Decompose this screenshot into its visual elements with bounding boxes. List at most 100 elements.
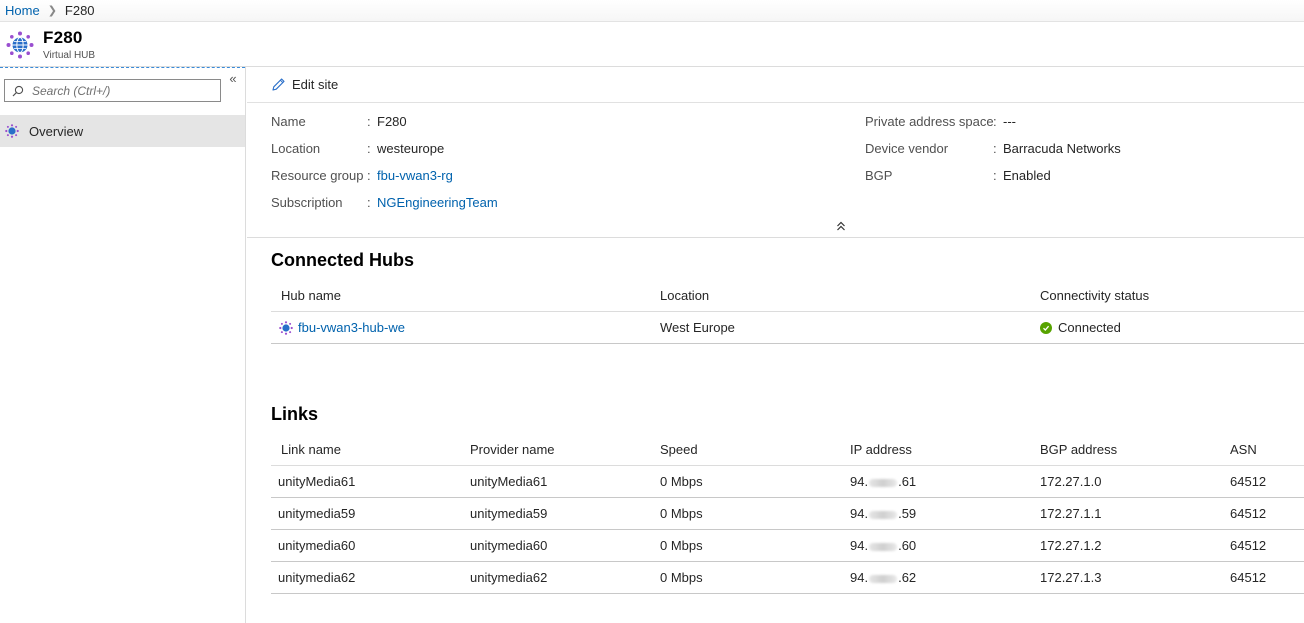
essentials-value: ---: [1003, 114, 1016, 129]
essentials-subscription-row: Subscription : NGEngineeringTeam: [271, 195, 498, 210]
essentials-label: Resource group: [271, 168, 364, 183]
collapse-menu-button[interactable]: «: [226, 71, 240, 87]
main-content: Edit site Name : F280 Location : westeur…: [247, 67, 1304, 623]
essentials-value: westeurope: [377, 141, 445, 156]
search-box[interactable]: [4, 79, 221, 102]
collapse-essentials-icon[interactable]: [835, 219, 847, 233]
essentials-label: Location: [271, 141, 321, 156]
breadcrumb: Home ❯ F280: [0, 0, 1304, 22]
search-input[interactable]: [32, 83, 212, 98]
table-row: fbu-vwan3-hub-we West Europe Connected: [271, 312, 1304, 344]
provider-name: unityMedia61: [470, 474, 548, 489]
essentials-label: Subscription: [271, 195, 343, 210]
link-speed: 0 Mbps: [660, 474, 703, 489]
bgp-address: 172.27.1.3: [1040, 570, 1102, 585]
command-bar: Edit site: [247, 67, 1304, 103]
column-header: Connectivity status: [1040, 288, 1150, 303]
sidebar-item-label: Overview: [29, 123, 84, 139]
links-title: Links: [271, 404, 319, 424]
column-header: Location: [660, 288, 710, 303]
page-subtitle: Virtual HUB: [43, 50, 96, 61]
bgp-address: 172.27.1.0: [1040, 474, 1102, 489]
column-header: Provider name: [470, 442, 555, 457]
provider-name: unitymedia62: [470, 570, 548, 585]
table-row: unitymedia62 unitymedia62 0 Mbps 94. .62 …: [271, 562, 1304, 594]
separator: :: [993, 141, 997, 156]
asn: 64512: [1230, 570, 1267, 585]
separator: :: [367, 195, 371, 210]
ip-address: 94. .60: [850, 530, 916, 562]
essentials-panel: Name : F280 Location : westeurope Resour…: [247, 103, 1304, 238]
breadcrumb-current: F280: [64, 3, 95, 18]
ip-suffix: .62: [898, 570, 917, 585]
search-icon: [12, 85, 24, 96]
table-header: Hub name Location Connectivity status: [271, 280, 1304, 312]
link-name: unitymedia62: [278, 570, 356, 585]
table-row: unityMedia61 unityMedia61 0 Mbps 94. .61 …: [271, 466, 1304, 498]
link-name: unitymedia60: [278, 538, 356, 553]
separator: :: [367, 114, 371, 129]
edit-site-button[interactable]: Edit site: [271, 77, 338, 92]
redacted-mark: [869, 574, 898, 583]
essentials-name-row: Name : F280: [271, 114, 407, 129]
essentials-label: Private address space: [865, 114, 994, 129]
asn: 64512: [1230, 506, 1267, 521]
pencil-icon: [272, 78, 285, 91]
breadcrumb-home-link[interactable]: Home: [5, 3, 40, 18]
edit-site-label: Edit site: [292, 77, 339, 92]
status-text: Connected: [1058, 320, 1121, 335]
bgp-address: 172.27.1.1: [1040, 506, 1102, 521]
table-header: Link name Provider name Speed IP address…: [271, 434, 1304, 466]
links-table: Link name Provider name Speed IP address…: [271, 434, 1304, 594]
sidebar-item-overview[interactable]: Overview: [0, 115, 245, 147]
asn: 64512: [1230, 474, 1267, 489]
essentials-resource-group-row: Resource group : fbu-vwan3-rg: [271, 168, 453, 183]
ip-prefix: 94.: [850, 538, 869, 553]
hub-name: fbu-vwan3-hub-we: [298, 320, 405, 335]
link-speed: 0 Mbps: [660, 538, 703, 553]
essentials-value: F280: [377, 114, 407, 129]
bgp-address: 172.27.1.2: [1040, 538, 1102, 553]
essentials-label: Name: [271, 114, 306, 129]
subscription-link[interactable]: NGEngineeringTeam: [377, 195, 498, 210]
table-row: unitymedia60 unitymedia60 0 Mbps 94. .60 …: [271, 530, 1304, 562]
essentials-label: BGP: [865, 168, 893, 183]
ip-suffix: .60: [898, 538, 917, 553]
connected-hubs-table: Hub name Location Connectivity status fb…: [271, 280, 1304, 344]
ip-address: 94. .59: [850, 498, 916, 530]
link-name: unitymedia59: [278, 506, 356, 521]
provider-name: unitymedia59: [470, 506, 548, 521]
hub-icon: [279, 321, 293, 335]
ip-address: 94. .62: [850, 562, 916, 594]
redacted-mark: [869, 510, 898, 519]
essentials-device-vendor-row: Device vendor : Barracuda Networks: [865, 141, 1121, 156]
provider-name: unitymedia60: [470, 538, 548, 553]
separator: :: [993, 114, 997, 129]
column-header: ASN: [1230, 442, 1257, 457]
hub-icon: [5, 124, 19, 138]
ip-prefix: 94.: [850, 570, 869, 585]
column-header: Link name: [281, 442, 341, 457]
ip-suffix: .59: [898, 506, 917, 521]
essentials-location-row: Location : westeurope: [271, 141, 444, 156]
ip-prefix: 94.: [850, 474, 869, 489]
column-header: Hub name: [281, 288, 341, 303]
essentials-private-address-row: Private address space : ---: [865, 114, 1016, 129]
separator: :: [367, 168, 371, 183]
resource-group-link[interactable]: fbu-vwan3-rg: [377, 168, 453, 183]
link-speed: 0 Mbps: [660, 506, 703, 521]
table-row: unitymedia59 unitymedia59 0 Mbps 94. .59 …: [271, 498, 1304, 530]
essentials-label: Device vendor: [865, 141, 949, 156]
redacted-mark: [869, 542, 898, 551]
ip-suffix: .61: [898, 474, 917, 489]
chevron-right-icon: ❯: [47, 5, 57, 17]
hub-location: West Europe: [660, 320, 735, 335]
essentials-value: Barracuda Networks: [1003, 141, 1121, 156]
hub-link[interactable]: fbu-vwan3-hub-we: [279, 312, 405, 344]
column-header: BGP address: [1040, 442, 1118, 457]
check-circle-icon: [1040, 322, 1052, 334]
ip-prefix: 94.: [850, 506, 869, 521]
page-title: F280: [43, 28, 83, 47]
resource-header: F280 Virtual HUB: [0, 22, 1304, 67]
separator: :: [993, 168, 997, 183]
